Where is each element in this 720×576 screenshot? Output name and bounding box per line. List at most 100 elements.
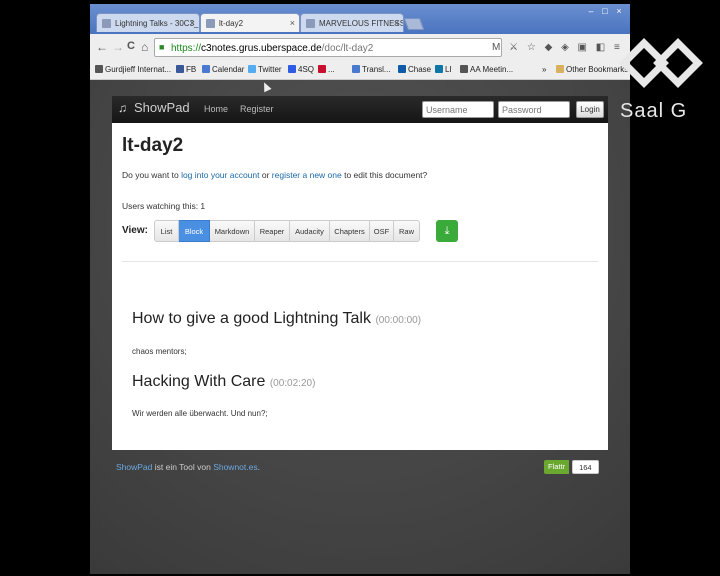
password-input[interactable]: [498, 101, 570, 118]
view-markdown-button[interactable]: Markdown: [210, 220, 255, 242]
microphone-icon: ♫: [118, 101, 127, 115]
minimize-icon[interactable]: –: [584, 6, 598, 16]
url-scheme: https://: [171, 43, 202, 54]
login-button[interactable]: Login: [576, 101, 604, 118]
page-icon: [206, 19, 215, 28]
bookmark-label: Transl...: [362, 65, 391, 74]
bookmark-icon: [460, 65, 468, 73]
shownotes-link[interactable]: Shownot.es: [213, 462, 257, 472]
bookmark-gurdjieff[interactable]: Gurdjieff Internat...: [95, 65, 171, 74]
bookmark-chase[interactable]: Chase: [398, 65, 431, 74]
bookmarks-overflow[interactable]: »: [542, 65, 546, 74]
linkedin-icon: [435, 65, 443, 73]
url-path: /doc/lt-day2: [321, 43, 374, 54]
forward-icon[interactable]: →: [112, 40, 124, 54]
download-button[interactable]: ⤓: [436, 220, 458, 242]
site-navbar: ♫ ShowPad Home Register Login: [112, 96, 608, 123]
calendar-icon: [202, 65, 210, 73]
bookmark-icon: [95, 65, 103, 73]
chapter-title-text: How to give a good Lightning Talk: [132, 310, 371, 327]
view-osf-button[interactable]: OSF: [370, 220, 394, 242]
reload-icon[interactable]: C: [127, 40, 135, 52]
window-controls: – □ ×: [584, 6, 626, 16]
bookmark-4sq[interactable]: 4SQ: [288, 65, 314, 74]
view-raw-button[interactable]: Raw: [394, 220, 420, 242]
showpad-link[interactable]: ShowPad: [116, 462, 152, 472]
bookmark-yelp[interactable]: ...: [318, 65, 335, 74]
bookmarks-bar: Gurdjieff Internat... FB Calendar Twitte…: [90, 62, 630, 80]
username-input[interactable]: [422, 101, 494, 118]
nav-home[interactable]: Home: [204, 104, 228, 114]
chase-icon: [398, 65, 406, 73]
bookmark-calendar[interactable]: Calendar: [202, 65, 244, 74]
chapter-time: (00:00:00): [375, 315, 422, 326]
bookmark-label: AA Meetin...: [470, 65, 514, 74]
yelp-icon: [318, 65, 326, 73]
new-tab-button[interactable]: [403, 18, 425, 30]
document-panel: lt-day2 Do you want to log into your acc…: [112, 123, 608, 450]
watchers-count: Users watching this: 1: [122, 201, 206, 211]
bookmark-label: ...: [328, 65, 335, 74]
chapter-title-text: Hacking With Care: [132, 373, 266, 390]
browser-window: Lightning Talks - 30C3_Pu × lt-day2 × MA…: [90, 4, 630, 574]
bookmark-aa-meetings[interactable]: AA Meetin...: [460, 65, 513, 74]
chapter-note: chaos mentors;: [132, 347, 187, 356]
view-button-group: List Block Markdown Reaper Audacity Chap…: [154, 220, 420, 242]
home-icon[interactable]: ⌂: [141, 40, 148, 54]
chapter-title: How to give a good Lightning Talk (00:00…: [132, 310, 421, 328]
close-icon[interactable]: ×: [394, 14, 399, 32]
register-link[interactable]: register a new one: [272, 170, 342, 180]
extension-icons[interactable]: M ⚔ ☆ ◆ ◈ ▣ ◧ ≡: [492, 42, 623, 53]
view-block-button[interactable]: Block: [179, 220, 210, 242]
room-label: Saal G: [620, 100, 688, 122]
bookmark-linkedin[interactable]: LI: [435, 65, 452, 74]
nav-register[interactable]: Register: [240, 104, 274, 114]
site-brand[interactable]: ♫ ShowPad: [118, 100, 190, 115]
view-chapters-button[interactable]: Chapters: [330, 220, 370, 242]
tab-marvelous-fitness[interactable]: MARVELOUS FITNESS (I sh ×: [300, 13, 404, 32]
page-icon: [306, 19, 315, 28]
page-title: lt-day2: [122, 135, 184, 156]
foursquare-icon: [288, 65, 296, 73]
bookmark-fb[interactable]: FB: [176, 65, 196, 74]
close-icon[interactable]: ×: [290, 14, 295, 32]
bookmark-twitter[interactable]: Twitter: [248, 65, 282, 74]
prompt-text: Do you want to: [122, 170, 182, 180]
page-footer: ShowPad ist ein Tool von Shownot.es.: [116, 462, 260, 472]
close-icon[interactable]: ×: [190, 14, 195, 32]
close-window-icon[interactable]: ×: [612, 6, 626, 16]
chapter-title: Hacking With Care (00:02:20): [132, 373, 315, 391]
view-reaper-button[interactable]: Reaper: [255, 220, 290, 242]
brand-label: ShowPad: [134, 100, 190, 115]
bookmark-label: LI: [445, 65, 452, 74]
login-link[interactable]: log into your account: [181, 170, 259, 180]
back-icon[interactable]: ←: [96, 40, 108, 54]
browser-toolbar: ← → C ⌂ ■ https://c3notes.grus.uberspace…: [90, 34, 630, 63]
view-list-button[interactable]: List: [154, 220, 179, 242]
login-prompt: Do you want to log into your account or …: [122, 170, 427, 180]
view-label: View:: [122, 225, 148, 236]
chapter-note: Wir werden alle überwacht. Und nun?;: [132, 409, 268, 418]
flattr-widget[interactable]: Flattr 164: [544, 460, 599, 474]
conference-logo: [619, 38, 703, 88]
footer-text: ist ein Tool von: [152, 462, 214, 472]
address-bar[interactable]: ■ https://c3notes.grus.uberspace.de/doc/…: [154, 38, 502, 57]
tab-lightning-talks[interactable]: Lightning Talks - 30C3_Pu ×: [96, 13, 200, 32]
facebook-icon: [176, 65, 184, 73]
view-audacity-button[interactable]: Audacity: [290, 220, 330, 242]
bookmark-translate[interactable]: Transl...: [352, 65, 391, 74]
chapter-time: (00:02:20): [269, 378, 316, 389]
url-host: c3notes.grus.uberspace.de: [201, 43, 322, 54]
tab-strip: Lightning Talks - 30C3_Pu × lt-day2 × MA…: [90, 4, 630, 34]
flattr-button[interactable]: Flattr: [544, 460, 570, 474]
maximize-icon[interactable]: □: [598, 6, 612, 16]
tab-label: lt-day2: [219, 19, 244, 28]
tab-label: MARVELOUS FITNESS (I sh: [319, 19, 404, 28]
lock-icon: ■: [159, 42, 165, 52]
tab-lt-day2[interactable]: lt-day2 ×: [200, 13, 300, 32]
bookmark-label: FB: [186, 65, 197, 74]
footer-text: .: [257, 462, 260, 472]
bookmark-label: Twitter: [258, 65, 282, 74]
bookmark-label: Calendar: [212, 65, 245, 74]
twitter-icon: [248, 65, 256, 73]
